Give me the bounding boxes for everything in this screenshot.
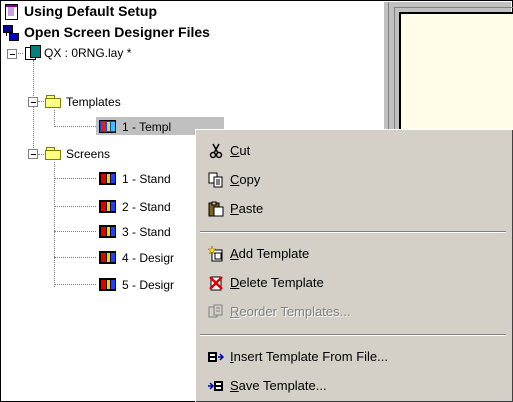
tree-line xyxy=(54,162,55,287)
paste-icon xyxy=(208,201,224,217)
menu-item-label: Copy xyxy=(230,172,261,187)
tree-line xyxy=(54,110,55,125)
menu-item-label: Delete Template xyxy=(230,275,324,290)
tree-line xyxy=(54,231,96,232)
add-template-icon xyxy=(208,246,223,262)
delete-template-icon xyxy=(209,276,223,291)
menu-separator xyxy=(200,334,506,336)
tree-item-screen-3[interactable]: 3 - Stand xyxy=(96,222,206,240)
tree-line xyxy=(54,257,96,258)
tree-item-screen-2[interactable]: 2 - Stand xyxy=(96,197,206,215)
scissors-icon xyxy=(209,143,223,159)
tree-line xyxy=(54,126,96,127)
tree-item-label: 4 - Desigr xyxy=(122,251,175,265)
screen-icon xyxy=(99,200,116,213)
menu-item-insert-template-from-file[interactable]: Insert Template From File... xyxy=(198,344,508,370)
tree-item-label: 2 - Stand xyxy=(122,200,171,214)
menu-item-label: Add Template xyxy=(230,246,310,261)
menu-item-label: Paste xyxy=(230,201,264,216)
tree-item-label: Screens xyxy=(66,147,111,161)
menu-item-save-template[interactable]: Save Template... xyxy=(198,373,508,399)
screen-icon xyxy=(99,225,116,238)
menu-item-label: Cut xyxy=(230,143,251,158)
tree-item-label: 1 - Stand xyxy=(122,172,171,186)
document-icon xyxy=(5,4,18,20)
menu-item-label: Save Template... xyxy=(230,378,327,393)
tree-item-label: 3 - Stand xyxy=(122,225,171,239)
folder-icon xyxy=(45,147,62,160)
menu-item-cut[interactable]: Cut xyxy=(198,138,508,164)
menu-item-add-template[interactable]: Add Template xyxy=(198,241,508,267)
tree-item-label: QX : 0RNG.lay * xyxy=(44,46,132,60)
tree-item-screen-1[interactable]: 1 - Stand xyxy=(96,169,206,187)
screens-network-icon xyxy=(3,25,19,41)
menu-item-paste[interactable]: Paste xyxy=(198,196,508,222)
menu-separator xyxy=(200,231,506,233)
collapse-toggle[interactable] xyxy=(7,49,17,59)
save-template-icon xyxy=(208,381,223,391)
copy-icon xyxy=(208,172,223,188)
collapse-toggle[interactable] xyxy=(28,97,38,107)
menu-item-label: Insert Template From File... xyxy=(230,349,388,364)
context-menu: Cut Copy Paste Add Template Delete Templ… xyxy=(195,129,513,402)
tree-item-default-setup[interactable]: Using Default Setup xyxy=(2,2,302,20)
folder-icon xyxy=(45,95,62,108)
screen-icon xyxy=(99,172,116,185)
tree-line xyxy=(54,206,96,207)
screen-icon xyxy=(99,251,116,264)
layout-file-icon xyxy=(25,45,41,61)
reorder-templates-icon xyxy=(208,304,223,318)
menu-item-label: Reorder Templates... xyxy=(230,304,351,319)
tree-item-open-files[interactable]: Open Screen Designer Files xyxy=(2,23,302,41)
screen-icon xyxy=(99,278,116,291)
menu-item-copy[interactable]: Copy xyxy=(198,167,508,193)
template-icon xyxy=(99,120,116,133)
tree-item-label: 1 - Templ xyxy=(122,120,172,134)
menu-item-reorder-templates: Reorder Templates... xyxy=(198,299,508,325)
tree-item-screen-4[interactable]: 4 - Desigr xyxy=(96,248,206,266)
tree-line xyxy=(54,178,96,179)
tree-item-label: Templates xyxy=(66,95,121,109)
tree-item-screens-folder[interactable]: Screens xyxy=(2,145,202,163)
tree-item-layout-file[interactable]: QX : 0RNG.lay * xyxy=(2,44,202,62)
menu-item-delete-template[interactable]: Delete Template xyxy=(198,270,508,296)
tree-item-label: 5 - Desigr xyxy=(122,278,175,292)
tree-item-label: Using Default Setup xyxy=(24,3,158,19)
insert-from-file-icon xyxy=(208,352,224,362)
tree-line xyxy=(54,284,96,285)
tree-item-templates-folder[interactable]: Templates xyxy=(2,94,202,112)
tree-item-screen-5[interactable]: 5 - Desigr xyxy=(96,275,206,293)
collapse-toggle[interactable] xyxy=(28,149,38,159)
tree-item-label: Open Screen Designer Files xyxy=(24,24,210,40)
